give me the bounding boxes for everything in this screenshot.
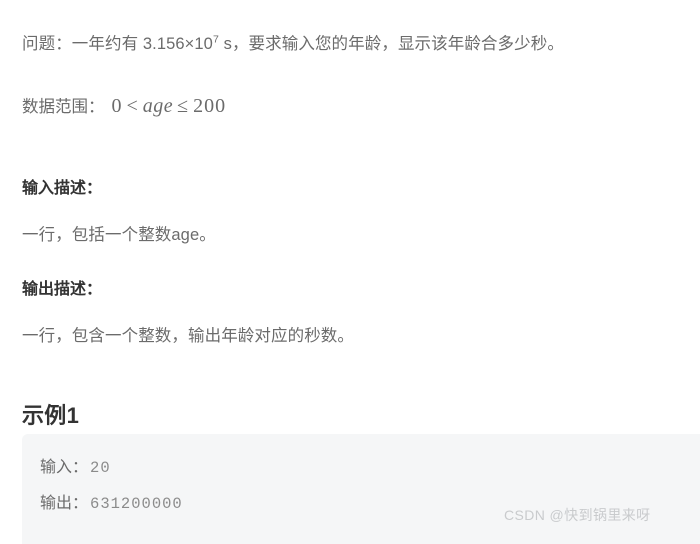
data-range-operator-upper: ≤ — [177, 94, 190, 117]
input-description-heading: 输入描述： — [22, 180, 103, 197]
output-description-text: 一行，包含一个整数，输出年龄对应的秒数。 — [22, 326, 354, 345]
problem-statement-suffix: s，要求输入您的年龄，显示该年龄合多少秒。 — [218, 34, 564, 53]
data-range: 数据范围： 0 < age ≤200 — [22, 93, 226, 120]
data-range-variable: age — [142, 94, 174, 117]
example-output-label: 输出： — [40, 495, 89, 512]
example-output-value: 631200000 — [90, 495, 183, 513]
example-input-row: 输入： 20 — [40, 450, 700, 486]
csdn-watermark: CSDN @快到锅里来呀 — [504, 507, 651, 523]
data-range-lower-bound: 0 — [111, 94, 123, 117]
problem-statement: 问题：一年约有 3.156×107 s，要求输入您的年龄，显示该年龄合多少秒。 — [22, 31, 700, 57]
data-range-formula: 0 < age ≤200 — [105, 95, 227, 117]
data-range-operator-lower: < — [126, 94, 139, 117]
problem-statement-prefix: 问题：一年约有 3.156×10 — [22, 34, 213, 53]
example-input-label: 输入： — [40, 459, 89, 476]
example-code-block: 输入： 20 输出： 631200000 — [22, 434, 700, 544]
example-input-value: 20 — [90, 459, 111, 477]
example-heading: 示例1 — [22, 403, 80, 429]
data-range-label: 数据范围： — [22, 97, 105, 116]
data-range-upper-bound: 200 — [193, 94, 227, 117]
input-description-text: 一行，包括一个整数age。 — [22, 225, 216, 244]
problem-description-page: 问题：一年约有 3.156×107 s，要求输入您的年龄，显示该年龄合多少秒。 … — [0, 0, 700, 544]
output-description-heading: 输出描述： — [22, 281, 103, 298]
